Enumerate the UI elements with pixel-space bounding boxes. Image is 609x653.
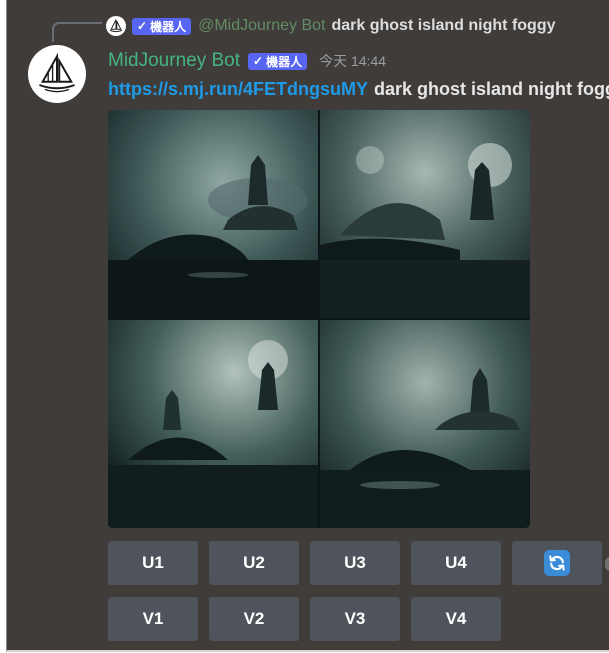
checkmark-icon: ✓ bbox=[137, 19, 148, 33]
reply-text: dark ghost island night foggy bbox=[331, 17, 556, 34]
image-tile-2 bbox=[320, 110, 530, 318]
reply-avatar bbox=[106, 16, 126, 36]
message-timestamp: 今天 14:44 bbox=[319, 53, 387, 69]
upscale-button-4[interactable]: U4 bbox=[411, 541, 501, 585]
reply-connector-line bbox=[52, 22, 102, 42]
variation-button-1[interactable]: V1 bbox=[108, 597, 198, 641]
variation-button-4[interactable]: V4 bbox=[411, 597, 501, 641]
message-header: MidJourney Bot ✓ 機器人 今天 14:44 bbox=[108, 48, 386, 74]
image-tile-4 bbox=[320, 320, 530, 528]
image-tile-3 bbox=[108, 320, 318, 528]
reroll-button[interactable] bbox=[512, 541, 602, 585]
reply-bot-tag: 機器人 bbox=[150, 19, 187, 34]
generated-image-grid[interactable] bbox=[108, 110, 530, 528]
message-content: https://s.mj.run/4FETdngsuMY dark ghost i… bbox=[108, 79, 609, 103]
reply-mention[interactable]: @MidJourney Bot bbox=[198, 17, 325, 35]
discord-message-panel: ✓ 機器人 @MidJourney Bot dark ghost island … bbox=[6, 0, 609, 652]
author-avatar[interactable] bbox=[28, 45, 86, 103]
upscale-button-1[interactable]: U1 bbox=[108, 541, 198, 585]
scroll-edge-indicator bbox=[605, 557, 609, 571]
prompt-text: dark ghost island night foggy bbox=[374, 79, 609, 99]
variation-button-3[interactable]: V3 bbox=[310, 597, 400, 641]
upscale-button-2[interactable]: U2 bbox=[209, 541, 299, 585]
author-name[interactable]: MidJourney Bot bbox=[108, 50, 240, 72]
reply-reference[interactable]: ✓ 機器人 @MidJourney Bot dark ghost island … bbox=[106, 13, 555, 39]
sailboat-logo-icon bbox=[109, 19, 123, 33]
upscale-button-3[interactable]: U3 bbox=[310, 541, 400, 585]
bot-tag: 機器人 bbox=[266, 54, 303, 69]
bot-badge: ✓ 機器人 bbox=[248, 52, 308, 70]
variation-button-2[interactable]: V2 bbox=[209, 597, 299, 641]
prompt-link[interactable]: https://s.mj.run/4FETdngsuMY bbox=[108, 79, 368, 99]
refresh-icon bbox=[544, 550, 570, 576]
sailboat-logo-icon bbox=[39, 52, 75, 93]
checkmark-icon: ✓ bbox=[253, 54, 264, 68]
reply-bot-badge: ✓ 機器人 bbox=[132, 17, 192, 35]
image-tile-1 bbox=[108, 110, 318, 318]
